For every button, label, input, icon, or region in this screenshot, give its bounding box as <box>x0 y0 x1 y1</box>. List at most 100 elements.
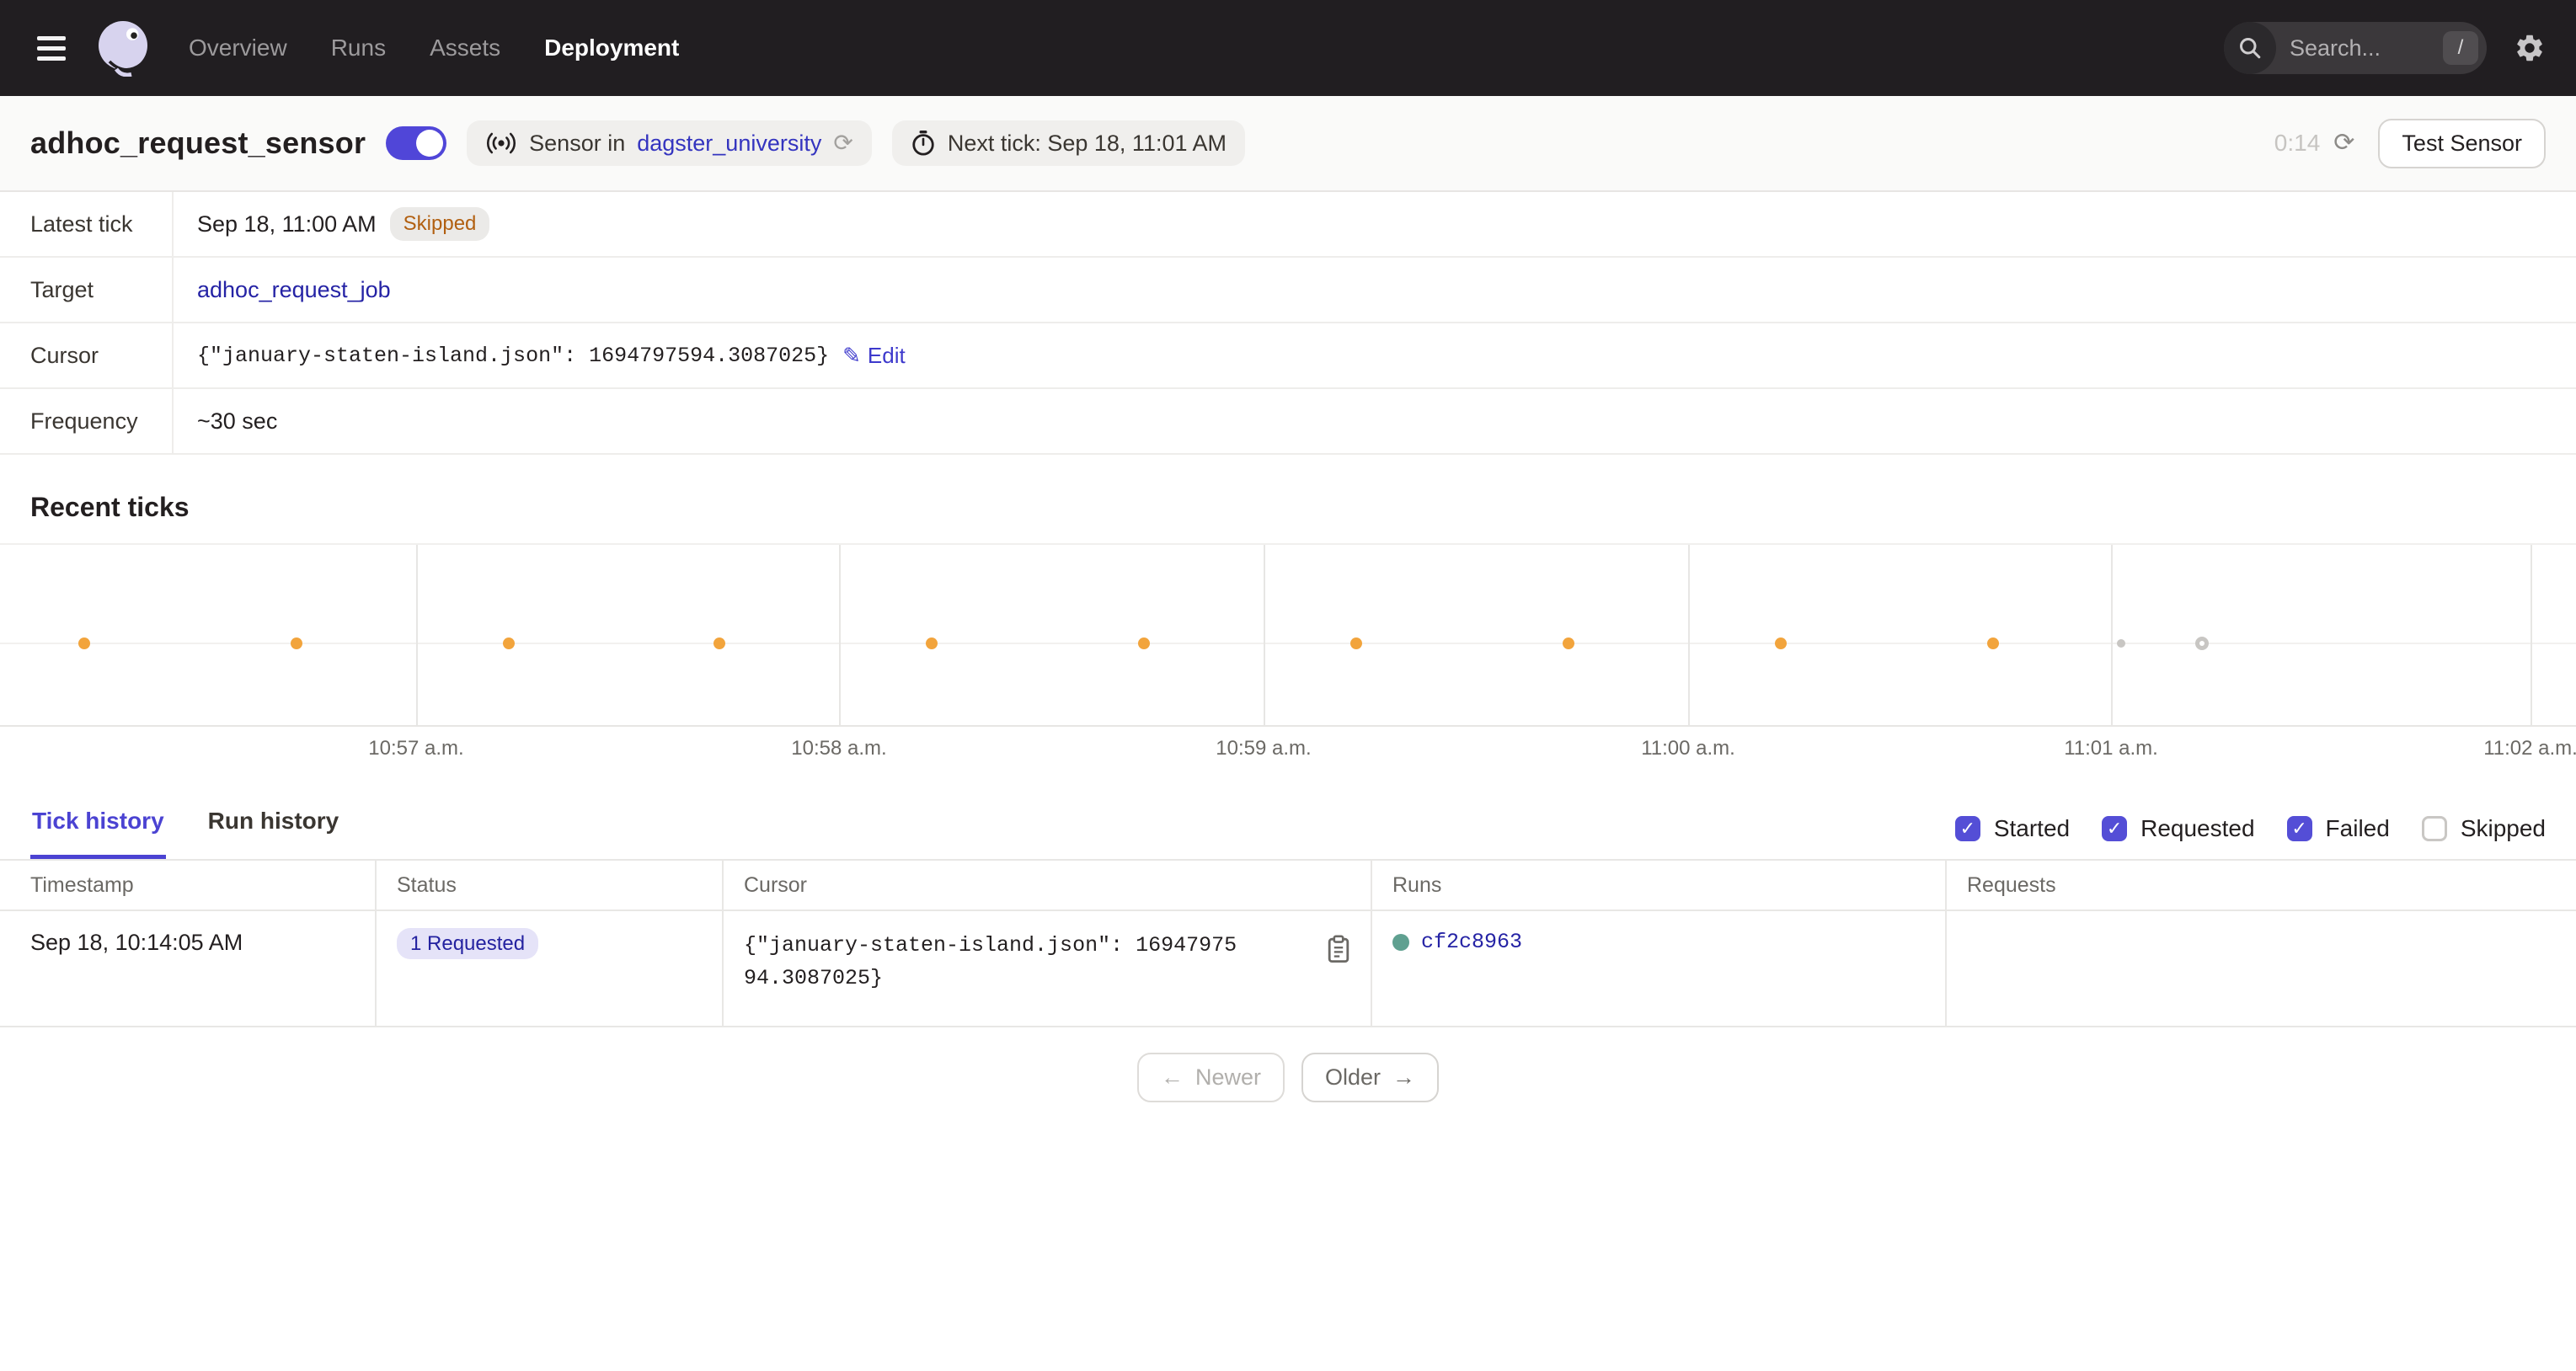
code-location-link[interactable]: dagster_university <box>637 131 821 157</box>
status-filters: ✓ Started ✓ Requested ✓ Failed Skipped <box>1955 815 2546 859</box>
tick-skipped[interactable] <box>1563 637 1574 649</box>
tick-skipped[interactable] <box>291 637 302 649</box>
checkbox-requested[interactable]: ✓ <box>2102 816 2127 841</box>
tick-upcoming <box>2195 637 2209 650</box>
timeline-gridline <box>1688 545 1690 725</box>
col-cursor: Cursor <box>723 860 1371 910</box>
cursor-value: {"january-staten-island.json": 169479759… <box>197 344 829 368</box>
detail-label: Cursor <box>0 323 174 387</box>
search-icon <box>2224 22 2276 74</box>
filter-started[interactable]: ✓ Started <box>1955 815 2070 842</box>
arrow-right-icon: → <box>1392 1064 1415 1091</box>
timeline-gridline <box>2531 545 2532 725</box>
clipboard-icon <box>1327 935 1350 963</box>
older-label: Older <box>1325 1064 1381 1091</box>
sensor-details: Latest tick Sep 18, 11:00 AM Skipped Tar… <box>0 192 2576 455</box>
tick-skipped[interactable] <box>1987 637 1999 649</box>
timeline-axis-label: 10:58 a.m. <box>791 737 886 760</box>
tick-skipped[interactable] <box>926 637 938 649</box>
search-input[interactable] <box>2276 35 2443 61</box>
recent-ticks-heading: Recent ticks <box>0 455 2576 543</box>
timer-icon <box>911 130 936 157</box>
hamburger-menu-icon[interactable] <box>30 29 72 67</box>
arrow-left-icon: ← <box>1161 1064 1184 1091</box>
nav-deployment[interactable]: Deployment <box>544 35 679 61</box>
dagster-octopus-icon <box>94 19 152 77</box>
table-header-row: Timestamp Status Cursor Runs Requests <box>0 860 2576 910</box>
reload-location-icon[interactable]: ⟳ <box>833 131 852 155</box>
timeline-baseline <box>0 643 2576 644</box>
timeline-axis-line <box>0 725 2576 727</box>
dagster-logo[interactable] <box>94 19 152 77</box>
timeline-gridline <box>416 545 418 725</box>
checkbox-skipped[interactable] <box>2422 816 2447 841</box>
search-box[interactable]: / <box>2224 22 2487 74</box>
history-toolbar: Tick history Run history ✓ Started ✓ Req… <box>0 782 2576 859</box>
tick-skipped[interactable] <box>1775 637 1787 649</box>
checkbox-failed[interactable]: ✓ <box>2287 816 2312 841</box>
latest-tick-status-badge: Skipped <box>390 207 490 241</box>
detail-row-frequency: Frequency ~30 sec <box>0 389 2576 455</box>
sensor-pill-text: Sensor in <box>529 131 625 157</box>
tick-cursor-value: {"january-staten-island.json": 169479759… <box>744 930 1249 995</box>
run-status-dot <box>1392 934 1409 951</box>
timeline-axis-label: 10:59 a.m. <box>1216 737 1311 760</box>
filter-skipped[interactable]: Skipped <box>2422 815 2546 842</box>
tick-timestamp: Sep 18, 10:14:05 AM <box>0 910 376 1027</box>
filter-failed[interactable]: ✓ Failed <box>2287 815 2390 842</box>
checkbox-started[interactable]: ✓ <box>1955 816 1980 841</box>
filter-label: Skipped <box>2461 815 2546 842</box>
filter-label: Started <box>1994 815 2070 842</box>
copy-cursor-button[interactable] <box>1327 935 1350 969</box>
check-icon: ✓ <box>2291 819 2306 838</box>
filter-requested[interactable]: ✓ Requested <box>2102 815 2254 842</box>
refresh-icon[interactable]: ⟳ <box>2333 131 2354 156</box>
timeline-axis-label: 11:01 a.m. <box>2064 737 2158 760</box>
sensor-header: adhoc_request_sensor Sensor in dagster_u… <box>0 96 2576 192</box>
timeline-axis-label: 10:57 a.m. <box>368 737 463 760</box>
detail-label: Target <box>0 258 174 322</box>
pagination: ← Newer Older → <box>0 1053 2576 1102</box>
tab-run-history[interactable]: Run history <box>206 808 341 859</box>
top-nav: Overview Runs Assets Deployment / <box>0 0 2576 96</box>
timeline-gridline <box>839 545 841 725</box>
older-button[interactable]: Older → <box>1301 1053 1439 1102</box>
run-link[interactable]: cf2c8963 <box>1421 930 1522 954</box>
detail-row-target: Target adhoc_request_job <box>0 258 2576 323</box>
tab-tick-history[interactable]: Tick history <box>30 808 166 859</box>
frequency-value: ~30 sec <box>197 408 277 435</box>
next-tick-pill: Next tick: Sep 18, 11:01 AM <box>892 120 1245 166</box>
history-tabs: Tick history Run history <box>30 808 340 859</box>
newer-button[interactable]: ← Newer <box>1137 1053 1285 1102</box>
cursor-edit-button[interactable]: ✎ Edit <box>842 343 906 369</box>
nav-overview[interactable]: Overview <box>189 35 287 61</box>
col-timestamp: Timestamp <box>0 860 376 910</box>
timeline-axis-label: 11:00 a.m. <box>1641 737 1735 760</box>
detail-row-cursor: Cursor {"january-staten-island.json": 16… <box>0 323 2576 389</box>
tick-history-table: Timestamp Status Cursor Runs Requests Se… <box>0 859 2576 1027</box>
refresh-countdown: 0:14 <box>2274 130 2321 157</box>
nav-assets[interactable]: Assets <box>430 35 500 61</box>
sensor-running-toggle[interactable] <box>386 126 446 160</box>
nav-right: / <box>2224 22 2549 74</box>
tick-skipped[interactable] <box>713 637 725 649</box>
recent-ticks-timeline: 10:57 a.m. 10:58 a.m. 10:59 a.m. 11:00 a.m.… <box>0 543 2576 782</box>
search-shortcut-badge: / <box>2443 31 2478 65</box>
tick-skipped[interactable] <box>1350 637 1362 649</box>
tick-skipped[interactable] <box>1138 637 1150 649</box>
target-job-link[interactable]: adhoc_request_job <box>197 277 391 303</box>
gear-icon <box>2514 32 2546 64</box>
timeline-gridline <box>2111 545 2113 725</box>
nav-runs[interactable]: Runs <box>331 35 386 61</box>
tick-skipped[interactable] <box>503 637 515 649</box>
test-sensor-button[interactable]: Test Sensor <box>2378 119 2546 168</box>
sensor-icon <box>485 132 517 154</box>
latest-tick-time: Sep 18, 11:00 AM <box>197 211 377 237</box>
settings-button[interactable] <box>2514 32 2546 64</box>
tick-row: Sep 18, 10:14:05 AM 1 Requested {"januar… <box>0 910 2576 1027</box>
tick-skipped[interactable] <box>78 637 90 649</box>
detail-label: Latest tick <box>0 192 174 256</box>
edit-label: Edit <box>868 343 906 369</box>
next-tick-text: Next tick: Sep 18, 11:01 AM <box>948 131 1227 157</box>
check-icon: ✓ <box>1960 819 1975 838</box>
